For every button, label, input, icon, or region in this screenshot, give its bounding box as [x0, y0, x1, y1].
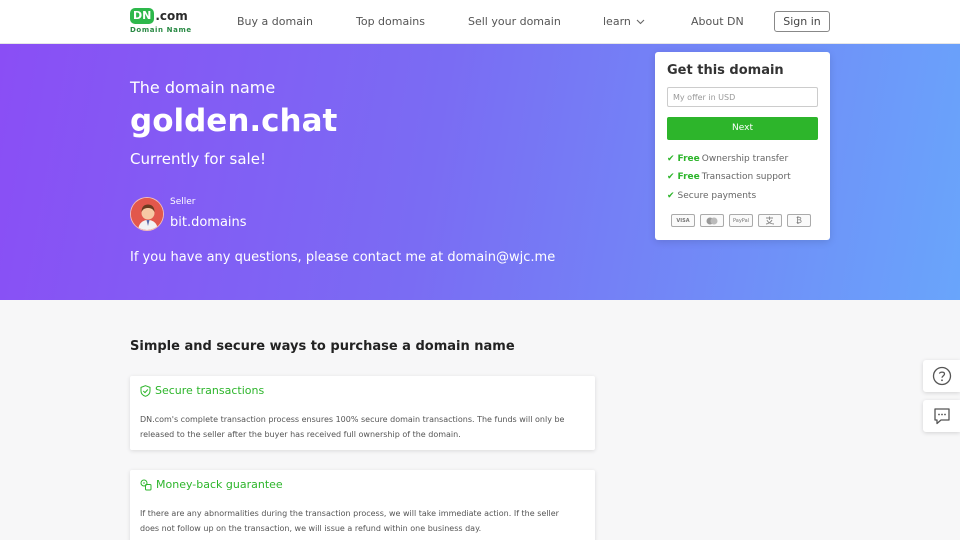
card-heading: Secure transactions	[155, 384, 265, 397]
visa-icon: VISA	[671, 214, 695, 227]
nav-top-domains[interactable]: Top domains	[356, 15, 425, 28]
site-header: DN .com Domain Name Buy a domain Top dom…	[0, 0, 960, 44]
chat-icon	[933, 408, 950, 425]
feature-ownership-transfer: ✔ Free Ownership transfer	[667, 154, 788, 164]
feature-text: Transaction support	[701, 172, 791, 182]
seller-name[interactable]: bit.domains	[170, 215, 247, 230]
chat-button[interactable]	[923, 400, 960, 432]
seller-label: Seller	[170, 197, 196, 207]
payment-methods: VISA PayPal ₿	[671, 214, 811, 227]
checkmark-icon: ✔	[667, 191, 675, 201]
seller-avatar	[130, 197, 164, 231]
free-label: Free	[677, 172, 700, 182]
nav-buy-domain[interactable]: Buy a domain	[237, 15, 313, 28]
chevron-down-icon	[636, 19, 645, 25]
help-button[interactable]	[923, 360, 960, 392]
person-avatar-icon	[131, 198, 163, 230]
dn-logo[interactable]: DN .com Domain Name	[130, 8, 192, 36]
hero-pretitle: The domain name	[130, 78, 276, 97]
checkmark-icon: ✔	[667, 154, 675, 164]
sale-status: Currently for sale!	[130, 150, 266, 168]
money-back-icon	[140, 479, 152, 490]
money-back-card: Money-back guarantee If there are any ab…	[130, 470, 595, 540]
sign-in-button[interactable]: Sign in	[774, 11, 830, 32]
feature-text: Ownership transfer	[701, 154, 789, 164]
feature-text: Secure payments	[677, 191, 757, 201]
nav-learn[interactable]: learn	[603, 15, 645, 28]
offer-input[interactable]	[667, 87, 818, 107]
logo-brand: DN	[130, 8, 155, 24]
card-description: If there are any abnormalities during th…	[140, 509, 559, 533]
checkmark-icon: ✔	[667, 172, 675, 182]
feature-transaction-support: ✔ Free Transaction support	[667, 172, 791, 182]
free-label: Free	[677, 154, 700, 164]
mastercard-icon	[700, 214, 724, 227]
card-title: Get this domain	[667, 63, 784, 78]
shield-check-icon	[140, 384, 151, 397]
secure-transactions-card: Secure transactions DN.com's complete tr…	[130, 376, 595, 450]
nav-about-dn[interactable]: About DN	[691, 15, 744, 28]
feature-secure-payments: ✔ Secure payments	[667, 191, 756, 201]
contact-message: If you have any questions, please contac…	[130, 250, 556, 265]
card-description: DN.com's complete transaction process en…	[140, 415, 565, 439]
help-icon	[932, 366, 951, 386]
logo-subtitle: Domain Name	[130, 26, 192, 34]
alipay-icon	[758, 214, 782, 227]
logo-tld: .com	[155, 9, 188, 23]
domain-name-title: golden.chat	[130, 103, 338, 139]
nav-learn-label: learn	[603, 15, 631, 28]
next-button[interactable]: Next	[667, 117, 818, 140]
bitcoin-icon: ₿	[787, 214, 811, 227]
get-domain-card: Get this domain Next ✔FreeOwnership tran…	[655, 52, 830, 240]
card-heading: Money-back guarantee	[156, 478, 283, 491]
nav-sell-domain[interactable]: Sell your domain	[468, 15, 561, 28]
section-title: Simple and secure ways to purchase a dom…	[130, 339, 515, 354]
paypal-icon: PayPal	[729, 214, 753, 227]
